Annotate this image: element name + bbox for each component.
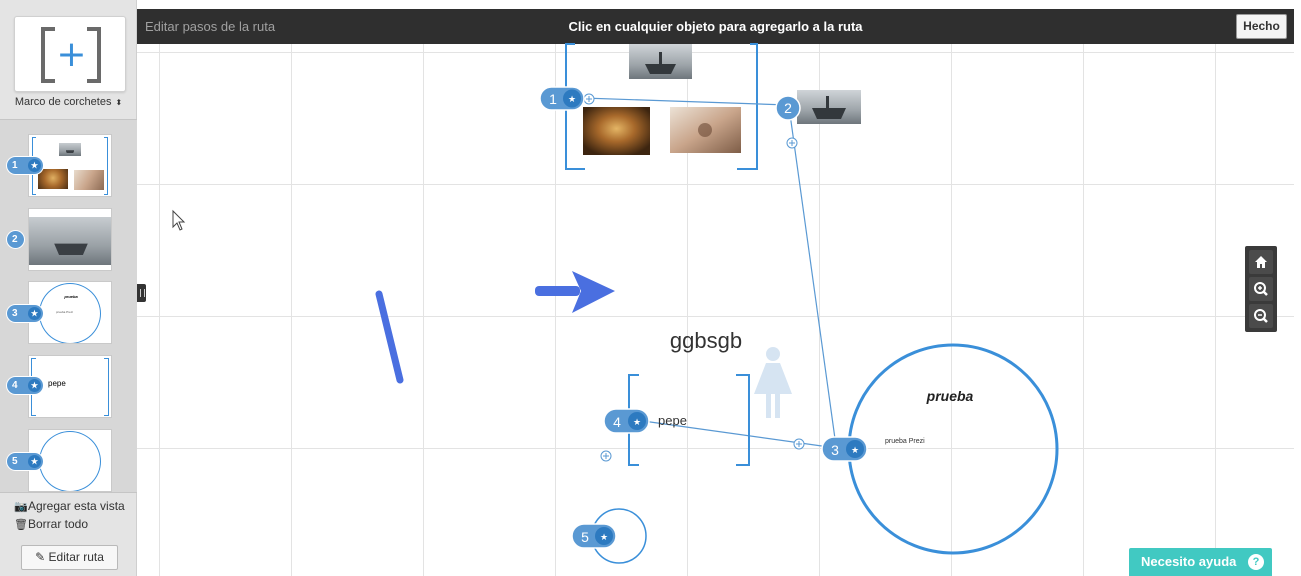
grid-line: [1215, 44, 1216, 576]
frame-type-dropdown[interactable]: Marco de corchetes ⬍: [0, 96, 137, 108]
edit-route-label: Editar ruta: [48, 550, 104, 564]
step-number: 3: [12, 308, 18, 319]
path-thumbnail-list[interactable]: 1 ★ 2 prueba prueba Prezi 3 ★ pepe 4 ★ 5…: [0, 119, 137, 493]
thumb-subtitle: prueba Prezi: [56, 310, 74, 314]
done-button[interactable]: Hecho: [1236, 14, 1287, 39]
star-icon: ★: [28, 379, 41, 392]
ship-image: [29, 217, 111, 265]
add-step-plus-icon[interactable]: [583, 93, 595, 105]
circle-title: prueba: [926, 388, 974, 404]
star-icon: ★: [28, 159, 41, 172]
grid-line: [1083, 44, 1084, 576]
add-step-plus-icon[interactable]: [786, 137, 798, 149]
star-icon: ★: [28, 455, 41, 468]
grid-line: [137, 316, 1294, 317]
step-number: 4: [613, 414, 621, 430]
add-step-plus-icon[interactable]: [600, 450, 612, 462]
circle-frame: [39, 431, 101, 491]
grid-line: [137, 448, 1294, 449]
add-step-plus-icon[interactable]: [793, 438, 805, 450]
bracket-right-icon: [87, 27, 101, 83]
grid-line: [555, 44, 556, 576]
grid-line: [951, 44, 952, 576]
star-icon: ★: [851, 446, 859, 456]
path-step-4[interactable]: 4 ★: [603, 408, 650, 434]
pencil-icon: ✎: [35, 550, 46, 564]
path-step-badge-5[interactable]: 5 ★: [7, 453, 43, 470]
step-number: 2: [12, 234, 18, 245]
canvas-heading[interactable]: ggbsgb: [670, 328, 742, 353]
help-label: Necesito ayuda: [1141, 554, 1237, 569]
step-number: 4: [12, 380, 18, 391]
circle-subtitle: prueba Prezi: [885, 438, 925, 445]
sidebar: + Marco de corchetes ⬍ 1 ★ 2 prueba prue…: [0, 0, 137, 576]
instruction-text: Clic en cualquier objeto para agregarlo …: [568, 19, 863, 34]
path-edit-toolbar: Editar pasos de la ruta Clic en cualquie…: [137, 9, 1294, 44]
path-step-badge-3[interactable]: 3 ★: [7, 305, 43, 322]
step-number: 3: [831, 442, 839, 458]
thumb-title: prueba: [64, 294, 78, 299]
camera-icon: 📷: [14, 501, 28, 513]
lion-image: [38, 169, 68, 189]
ship-image-2[interactable]: [797, 90, 861, 124]
path-step-badge-1[interactable]: 1 ★: [7, 157, 43, 174]
step-number: 5: [581, 529, 589, 545]
trash-icon: 🗑: [14, 519, 28, 531]
bracket-text: pepe: [658, 413, 687, 428]
help-button[interactable]: Necesito ayuda ?: [1129, 548, 1272, 576]
question-icon: ?: [1248, 554, 1264, 570]
star-icon: ★: [600, 533, 608, 543]
path-step-2[interactable]: 2: [775, 95, 801, 121]
path-step-badge-4[interactable]: 4 ★: [7, 377, 43, 394]
grid-line: [159, 44, 160, 576]
zoom-out-icon[interactable]: [1249, 304, 1273, 328]
bracket-left-icon: [41, 27, 55, 83]
path-step-1[interactable]: 1 ★: [539, 86, 585, 111]
edit-route-button[interactable]: ✎ Editar ruta: [21, 545, 118, 570]
thumb-text: pepe: [48, 379, 66, 388]
step-number: 2: [784, 100, 792, 116]
star-icon: ★: [568, 95, 576, 105]
grid-line: [137, 52, 1294, 53]
frame-picker-button[interactable]: +: [14, 16, 126, 92]
star-icon: ★: [633, 418, 641, 428]
step-number: 5: [12, 456, 18, 467]
grid-line: [423, 44, 424, 576]
ship-image: [59, 143, 81, 156]
add-view-label: Agregar esta vista: [28, 499, 125, 513]
grid-line: [291, 44, 292, 576]
zoom-controls: [1245, 246, 1277, 332]
grid-line: [137, 184, 1294, 185]
prezi-editor: + Marco de corchetes ⬍ 1 ★ 2 prueba prue…: [0, 0, 1301, 576]
star-icon: ★: [28, 307, 41, 320]
home-icon[interactable]: [1249, 250, 1273, 274]
zoom-in-icon[interactable]: [1249, 277, 1273, 301]
add-view-button[interactable]: 📷Agregar esta vista: [14, 499, 125, 513]
path-step-badge-2[interactable]: 2: [7, 231, 24, 248]
hand-image: [74, 170, 104, 190]
clear-all-button[interactable]: 🗑Borrar todo: [14, 517, 88, 531]
lion-image: [583, 107, 650, 155]
route-title: Editar pasos de la ruta: [145, 19, 276, 34]
path-step-5[interactable]: 5 ★: [571, 523, 617, 549]
updown-caret-icon: ⬍: [115, 98, 123, 107]
path-step-3[interactable]: 3 ★: [821, 436, 868, 462]
plus-icon: +: [56, 34, 87, 75]
step-number: 1: [12, 160, 18, 171]
sidebar-collapse-handle[interactable]: [137, 284, 146, 302]
clear-all-label: Borrar todo: [28, 517, 89, 531]
frame-type-label: Marco de corchetes: [14, 96, 112, 108]
step-number: 1: [549, 91, 557, 107]
path-thumbnail-2[interactable]: [28, 208, 112, 271]
